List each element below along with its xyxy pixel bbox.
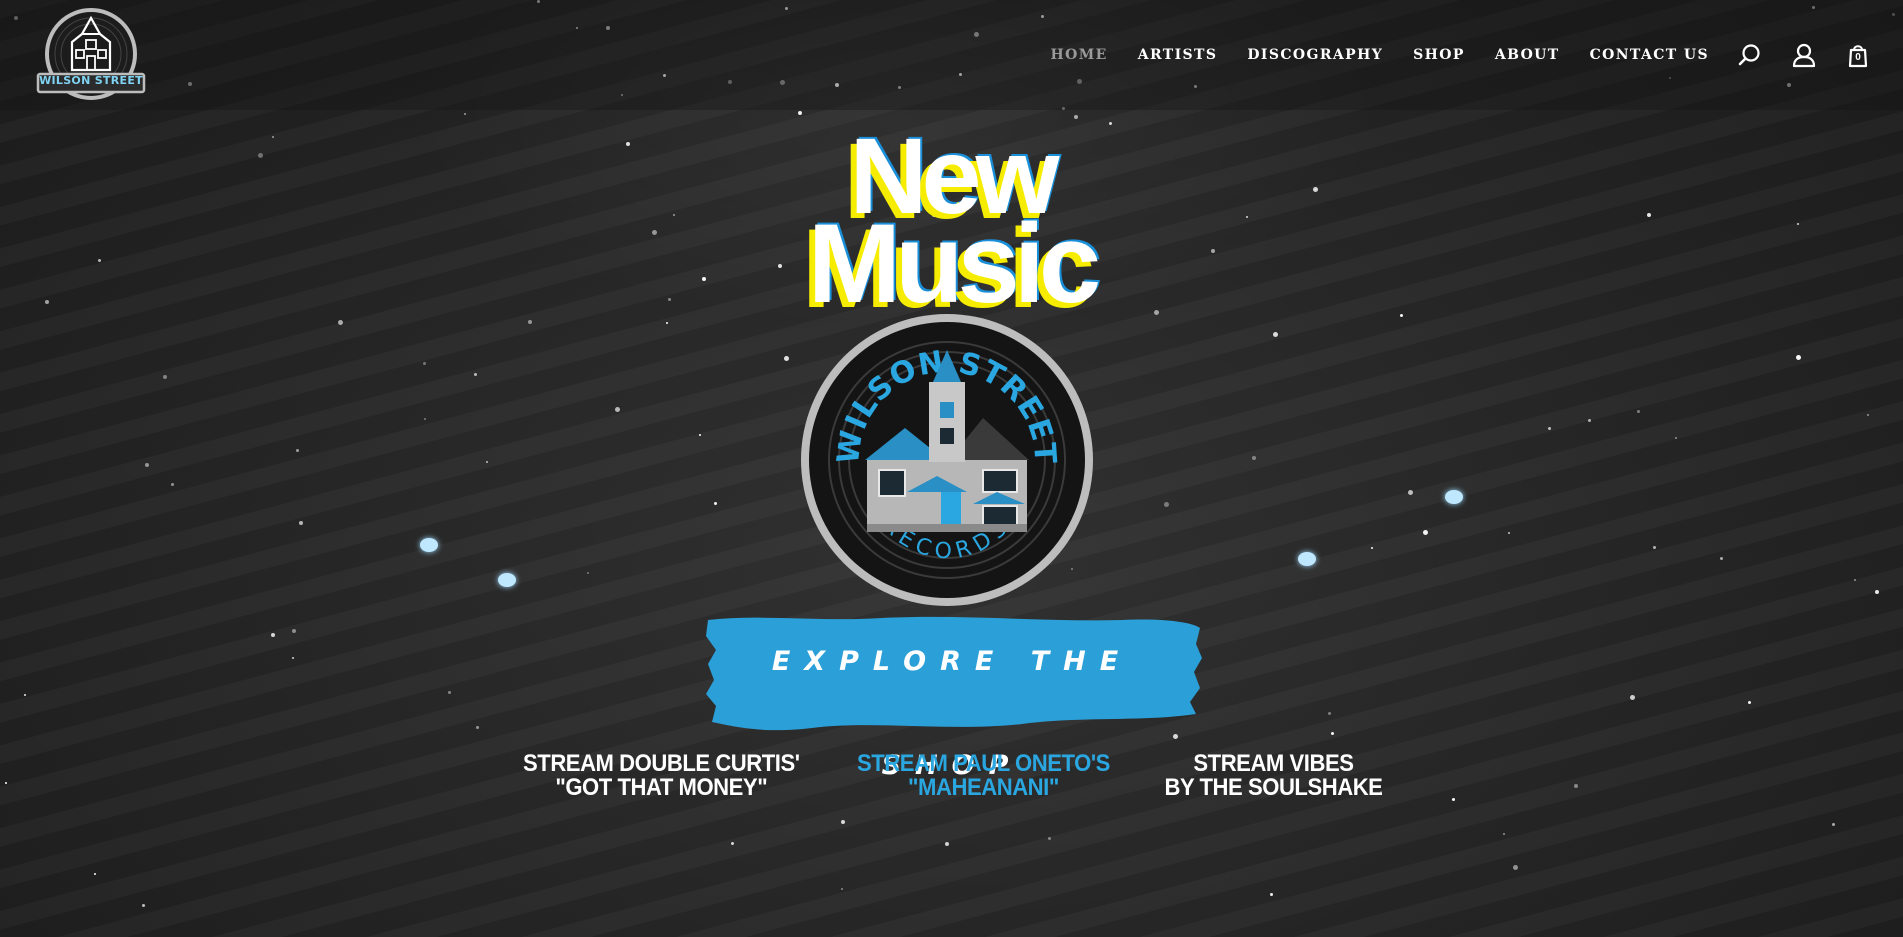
explore-shop-button[interactable]: EXPLORE THE SHOP — [702, 610, 1202, 781]
stream-link-line1: STREAM DOUBLE CURTIS' — [523, 750, 800, 777]
stream-link-line1: STREAM VIBES — [1193, 750, 1354, 777]
cta-label: EXPLORE THE SHOP — [771, 646, 1133, 781]
nav-item-home[interactable]: HOME — [1051, 47, 1108, 63]
stream-link-line1: STREAM PAUL ONETO'S — [856, 750, 1110, 777]
site-header: WILSON STREET HOME ARTISTS DISCOGRAPHY S… — [0, 0, 1903, 110]
nav-item-shop[interactable]: SHOP — [1413, 47, 1465, 63]
stream-links: STREAM DOUBLE CURTIS' "GOT THAT MONEY" S… — [0, 752, 1903, 800]
headline-line-2: Music — [807, 201, 1101, 326]
main-nav: HOME ARTISTS DISCOGRAPHY SHOP ABOUT CONT… — [1021, 0, 1903, 110]
search-icon[interactable] — [1737, 42, 1763, 68]
nav-item-contact-us[interactable]: CONTACT US — [1590, 47, 1709, 63]
nav-item-discography[interactable]: DISCOGRAPHY — [1247, 47, 1383, 63]
stream-link-paul-oneto[interactable]: STREAM PAUL ONETO'S "MAHEANANI" — [857, 752, 1110, 800]
stream-link-double-curtis[interactable]: STREAM DOUBLE CURTIS' "GOT THAT MONEY" — [523, 752, 800, 800]
stream-link-line2: BY THE SOULSHAKE — [1164, 774, 1383, 801]
cart-count: 0 — [1855, 52, 1861, 63]
nav-item-about[interactable]: ABOUT — [1495, 47, 1560, 63]
stream-link-line2: "MAHEANANI" — [907, 774, 1059, 801]
record-label-badge: WILSON STREET RECORDS — [797, 310, 1097, 610]
stream-link-line2: "GOT THAT MONEY" — [555, 774, 768, 801]
stream-link-vibes-soulshake[interactable]: STREAM VIBES BY THE SOULSHAKE — [1164, 752, 1382, 800]
account-icon[interactable] — [1791, 42, 1817, 68]
site-logo[interactable]: WILSON STREET — [36, 4, 146, 102]
nav-item-artists[interactable]: ARTISTS — [1138, 47, 1218, 63]
cart-icon[interactable]: 0 — [1845, 42, 1871, 68]
logo-text: WILSON STREET — [39, 74, 143, 87]
